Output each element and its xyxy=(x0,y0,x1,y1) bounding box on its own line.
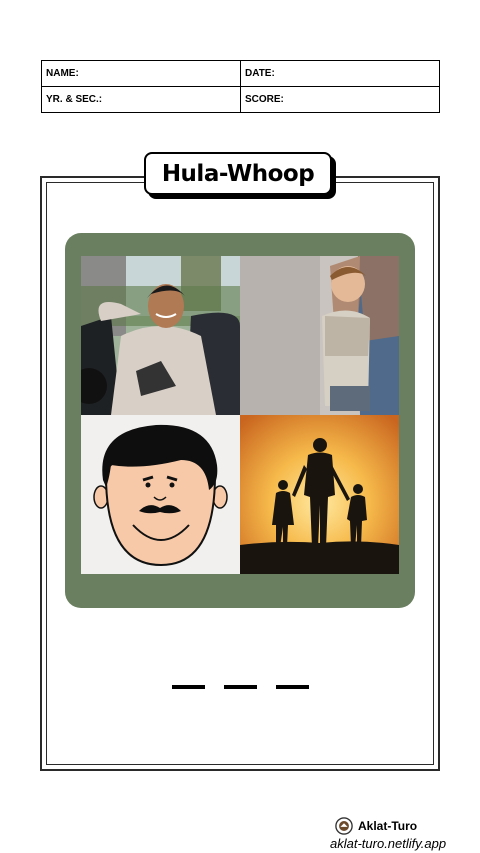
date-field[interactable]: DATE: xyxy=(241,61,439,87)
name-field[interactable]: NAME: xyxy=(42,61,241,87)
answer-blank[interactable] xyxy=(276,685,309,689)
young-man-photo xyxy=(81,256,240,415)
cartoon-mustache-face xyxy=(81,415,240,574)
brand: Aklat-Turo xyxy=(335,817,417,835)
family-silhouette-sunset xyxy=(240,415,399,574)
score-field[interactable]: SCORE: xyxy=(241,87,439,113)
brand-name: Aklat-Turo xyxy=(358,819,418,833)
name-label: NAME: xyxy=(46,67,79,79)
answer-blanks[interactable] xyxy=(172,685,309,689)
date-label: DATE: xyxy=(245,67,275,79)
brand-logo-icon xyxy=(335,817,353,835)
answer-blank[interactable] xyxy=(224,685,257,689)
section-field[interactable]: YR. & SEC.: xyxy=(42,86,241,112)
score-label: SCORE: xyxy=(245,93,284,105)
student-info-table: NAME: DATE: YR. & SEC.: SCORE: xyxy=(41,60,440,113)
section-label: YR. & SEC.: xyxy=(46,93,103,105)
title-badge: Hula-Whoop xyxy=(144,152,332,195)
brand-url-link[interactable]: aklat-turo.netlify.app xyxy=(330,836,446,851)
page-title: Hula-Whoop xyxy=(161,160,315,187)
child-clinging-photo xyxy=(240,256,399,415)
answer-blank[interactable] xyxy=(172,685,205,689)
